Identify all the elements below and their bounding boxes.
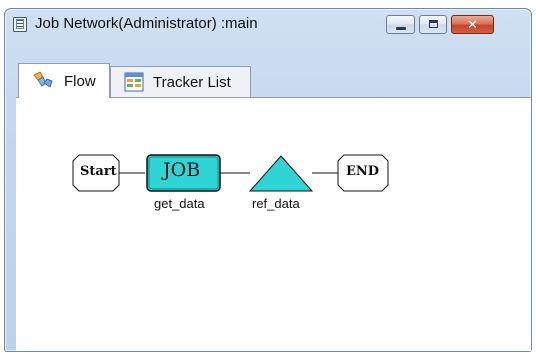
tab-flow-label: Flow <box>64 73 96 90</box>
tab-tracker-list[interactable]: Tracker List <box>110 66 251 97</box>
unit-node[interactable] <box>248 155 314 192</box>
maximize-icon <box>429 20 438 28</box>
flow-canvas[interactable]: Start JOB END get_data ref_data <box>16 97 531 351</box>
close-icon: ✕ <box>467 17 478 32</box>
title-bar[interactable]: Job Network(Administrator) :main ✕ <box>5 9 531 39</box>
window-title: Job Network(Administrator) :main <box>35 15 258 32</box>
maximize-button[interactable] <box>419 15 447 34</box>
job-network-window: Job Network(Administrator) :main ✕ Flow … <box>4 8 532 352</box>
minimize-button[interactable] <box>386 15 415 34</box>
flow-icon <box>33 71 53 88</box>
tab-flow[interactable]: Flow <box>18 63 110 98</box>
tracker-list-icon <box>124 72 144 92</box>
start-node-text: Start <box>80 164 117 179</box>
job-node-label: get_data <box>154 196 205 211</box>
job-node-text: JOB <box>163 159 201 181</box>
app-icon <box>13 17 27 32</box>
tab-tracker-list-label: Tracker List <box>153 74 231 91</box>
close-button[interactable]: ✕ <box>451 15 494 34</box>
minimize-icon <box>396 27 406 30</box>
unit-node-label: ref_data <box>252 196 300 211</box>
flow-diagram <box>72 154 389 192</box>
end-node-text: END <box>346 164 380 179</box>
